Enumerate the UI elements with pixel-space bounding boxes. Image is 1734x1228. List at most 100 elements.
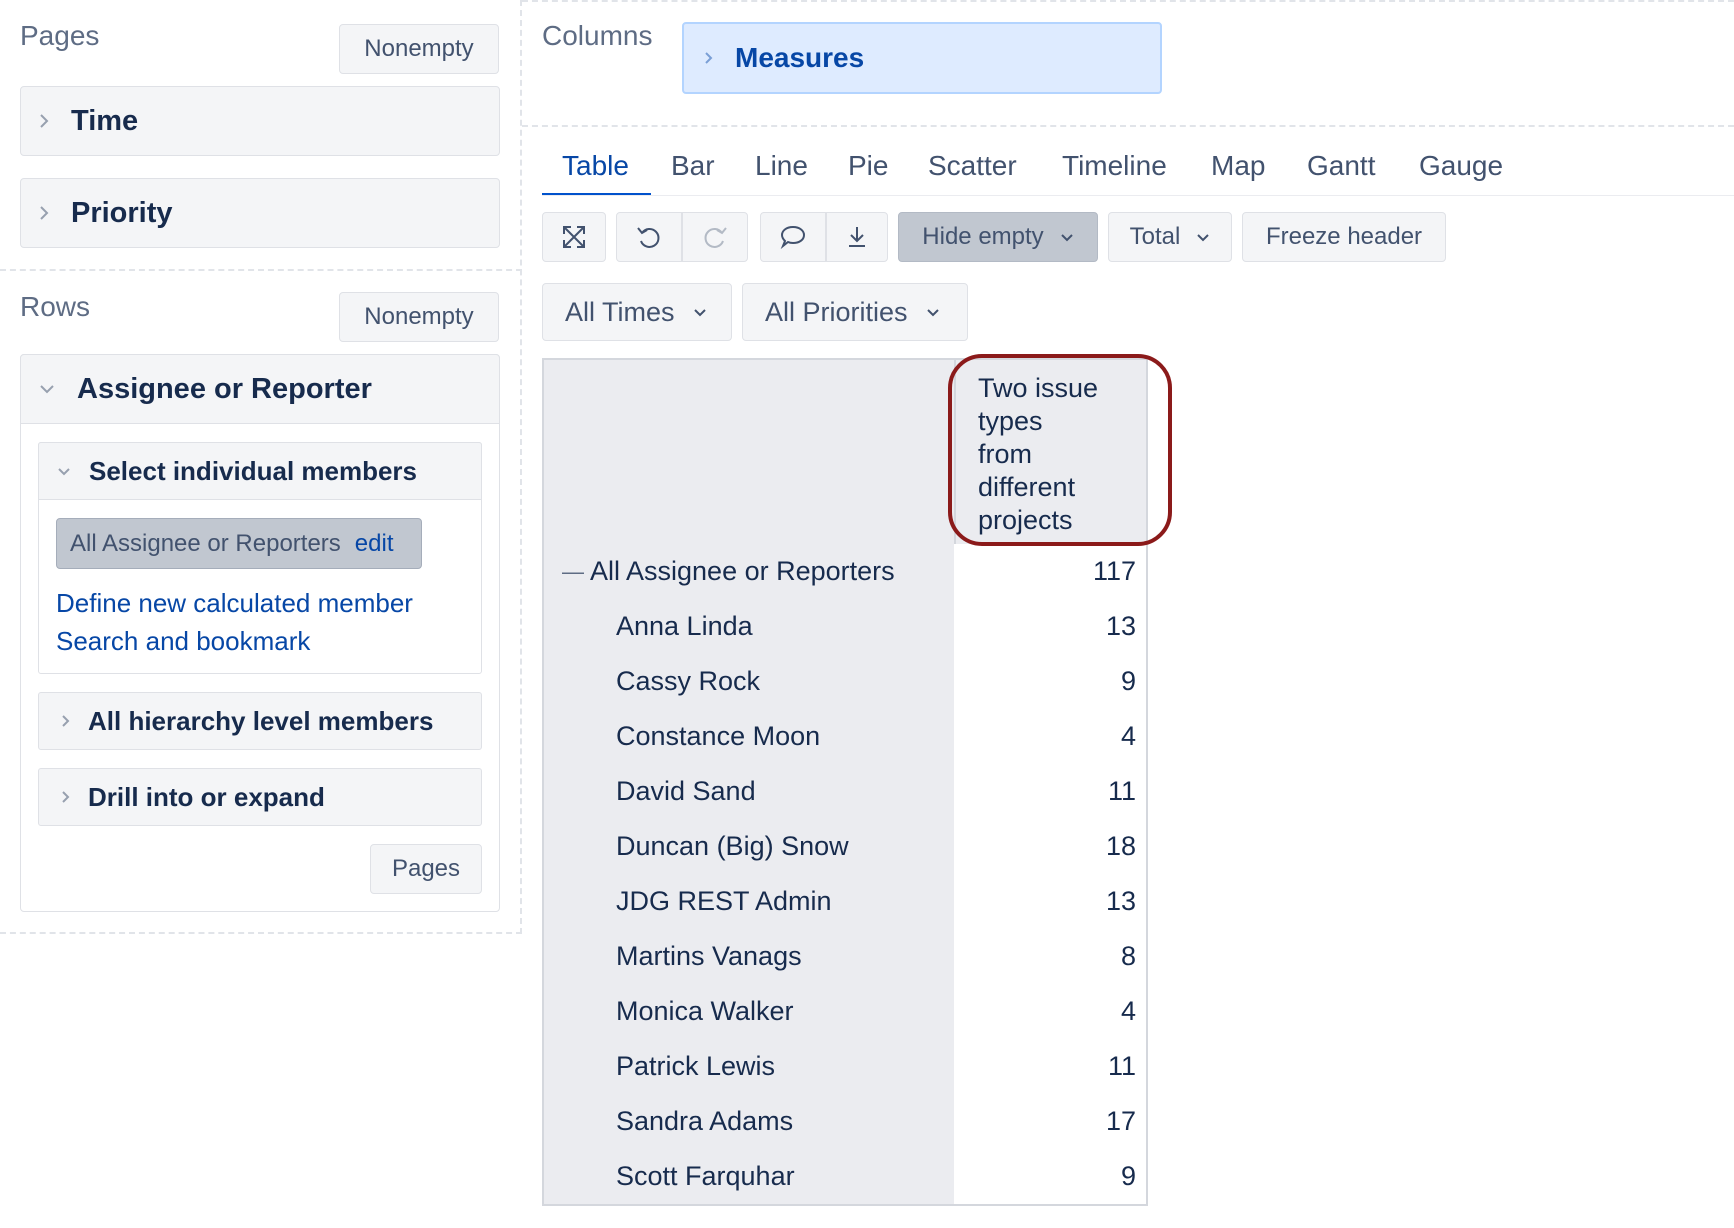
chevron-down-icon <box>58 467 70 475</box>
chevron-down-icon <box>40 385 54 394</box>
comment-button[interactable] <box>760 212 826 262</box>
time-filter-value: All Times <box>565 296 675 327</box>
chevron-down-icon <box>693 308 706 316</box>
undo-button[interactable] <box>616 212 682 262</box>
download-icon <box>849 227 865 247</box>
left-panel: Pages Nonempty Time Priority Rows Nonemp… <box>0 0 522 935</box>
all-hierarchy-level-members[interactable]: All hierarchy level members <box>38 692 482 750</box>
table-row-value: 18 <box>954 819 1148 876</box>
tab-timeline[interactable]: Timeline <box>1062 150 1167 182</box>
tab-scatter[interactable]: Scatter <box>928 150 1017 182</box>
section-label: Select individual members <box>89 455 418 486</box>
pages-section-title: Pages <box>20 20 100 51</box>
move-to-pages-button[interactable]: Pages <box>370 844 482 894</box>
comment-icon <box>780 225 806 250</box>
view-tabs: Table Bar Line Pie Scatter Timeline Map … <box>542 148 1734 198</box>
pages-nonempty-button[interactable]: Nonempty <box>339 24 499 74</box>
tab-map[interactable]: Map <box>1211 150 1265 182</box>
chevron-right-icon <box>62 791 70 803</box>
row-label-text: All Assignee or Reporters <box>590 556 895 586</box>
rows-dimension-header[interactable]: Assignee or Reporter <box>20 354 500 424</box>
table-row-value: 8 <box>954 929 1148 986</box>
time-filter-dropdown[interactable]: All Times <box>542 283 732 341</box>
divider <box>522 125 1734 127</box>
table-row-value: 17 <box>954 1094 1148 1151</box>
freeze-header-label: Freeze header <box>1265 223 1423 250</box>
table-row-label[interactable]: Martins Vanags <box>542 929 956 986</box>
table-row-value: 4 <box>954 709 1148 766</box>
highlight-annotation <box>948 354 1172 546</box>
dimension-label: Time <box>71 104 139 137</box>
table-row-label[interactable]: Cassy Rock <box>542 654 956 711</box>
dimension-label: Assignee or Reporter <box>77 372 372 405</box>
table-row-value: 11 <box>954 1039 1148 1096</box>
export-button[interactable] <box>826 212 888 262</box>
tab-line[interactable]: Line <box>755 150 808 182</box>
table-row-value: 9 <box>954 1149 1148 1206</box>
chevron-down-icon <box>1197 233 1210 241</box>
divider <box>0 269 522 271</box>
panel-divider <box>520 0 522 934</box>
table-row-label[interactable]: Sandra Adams <box>542 1094 956 1151</box>
table-row-value: 13 <box>954 874 1148 931</box>
table-row-value: 4 <box>954 984 1148 1041</box>
section-label: All hierarchy level members <box>88 705 434 736</box>
selected-member-chip[interactable]: All Assignee or Reporters edit <box>56 518 422 569</box>
table-row-value: 11 <box>954 764 1148 821</box>
rows-nonempty-button[interactable]: Nonempty <box>339 292 499 342</box>
selected-member-label: All Assignee or Reporters <box>70 529 341 557</box>
drill-into-or-expand[interactable]: Drill into or expand <box>38 768 482 826</box>
table-row-label[interactable]: JDG REST Admin <box>542 874 956 931</box>
undo-icon <box>637 227 660 248</box>
edit-link[interactable]: edit <box>355 530 394 558</box>
total-label: Total <box>1129 223 1181 250</box>
pages-dimension-priority[interactable]: Priority <box>20 178 500 248</box>
rows-section-title: Rows <box>20 291 91 322</box>
chevron-right-icon <box>62 715 70 727</box>
priority-filter-value: All Priorities <box>765 296 908 327</box>
chevron-down-icon <box>1060 233 1073 241</box>
define-calculated-member-link[interactable]: Define new calculated member <box>56 588 413 619</box>
total-dropdown[interactable]: Total <box>1108 212 1232 262</box>
redo-button[interactable] <box>682 212 748 262</box>
table-row-value: 9 <box>954 654 1148 711</box>
table-corner-cell <box>542 358 956 546</box>
table-row-label[interactable]: Patrick Lewis <box>542 1039 956 1096</box>
table-row-label[interactable]: Scott Farquhar <box>542 1149 956 1206</box>
tab-pie[interactable]: Pie <box>848 150 888 182</box>
measures-dimension[interactable]: Measures <box>682 22 1162 94</box>
columns-section-title: Columns <box>542 20 653 51</box>
pages-dimension-time[interactable]: Time <box>20 86 500 156</box>
hide-empty-dropdown[interactable]: Hide empty <box>898 212 1098 262</box>
table-row-label[interactable]: David Sand <box>542 764 956 821</box>
expand-icon <box>563 226 585 248</box>
select-individual-members-header[interactable]: Select individual members <box>38 442 482 500</box>
hide-empty-label: Hide empty <box>922 223 1044 250</box>
table-row-value: 13 <box>954 599 1148 656</box>
tab-gauge[interactable]: Gauge <box>1419 150 1503 182</box>
tab-gantt[interactable]: Gantt <box>1307 150 1375 182</box>
total-row-value: 117 <box>954 544 1148 601</box>
dimension-label: Priority <box>71 196 173 229</box>
table-row-label[interactable]: Duncan (Big) Snow <box>542 819 956 876</box>
chevron-down-icon <box>926 308 939 316</box>
freeze-header-button[interactable]: Freeze header <box>1242 212 1446 262</box>
tab-table[interactable]: Table <box>562 150 629 182</box>
dimension-label: Measures <box>735 42 865 73</box>
redo-icon <box>704 227 727 248</box>
table-row-label[interactable]: Anna Linda <box>542 599 956 656</box>
chevron-right-icon <box>705 52 713 64</box>
top-divider <box>522 0 1734 2</box>
chevron-right-icon <box>40 114 49 128</box>
fullscreen-button[interactable] <box>542 212 606 262</box>
tab-bar[interactable]: Bar <box>671 150 715 182</box>
chevron-right-icon <box>40 206 49 220</box>
section-label: Drill into or expand <box>88 781 325 812</box>
table-row-label[interactable]: Constance Moon <box>542 709 956 766</box>
collapse-toggle[interactable]: — <box>562 559 584 585</box>
divider <box>0 932 522 934</box>
search-and-bookmark-link[interactable]: Search and bookmark <box>56 626 310 657</box>
table-row-label[interactable]: Monica Walker <box>542 984 956 1041</box>
total-row-label[interactable]: — All Assignee or Reporters <box>542 544 956 601</box>
priority-filter-dropdown[interactable]: All Priorities <box>742 283 968 341</box>
